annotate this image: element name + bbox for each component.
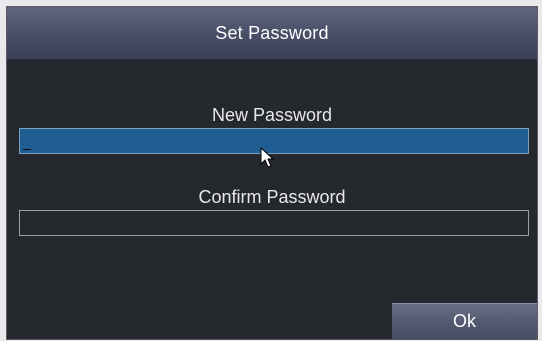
set-password-dialog: Set Password New Password Confirm Passwo…: [6, 6, 538, 340]
text-caret: [23, 149, 31, 150]
new-password-label: New Password: [211, 105, 333, 125]
confirm-password-label: Confirm Password: [198, 187, 346, 207]
dialog-title: Set Password: [215, 22, 329, 43]
mouse-pointer-icon: [260, 147, 275, 168]
confirm-password-field[interactable]: [19, 210, 529, 236]
title-bar: Set Password: [7, 7, 537, 60]
ok-button[interactable]: Ok: [392, 303, 537, 339]
